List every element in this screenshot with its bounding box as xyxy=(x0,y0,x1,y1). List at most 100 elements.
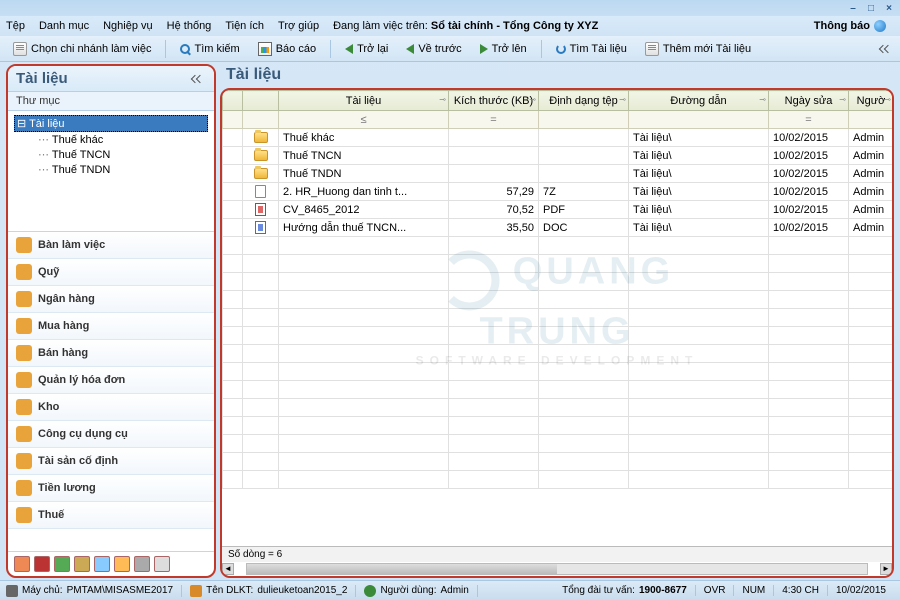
nav-item-10[interactable]: Thuế xyxy=(8,502,214,529)
cell-date: 10/02/2015 xyxy=(769,219,849,237)
status-num: NUM xyxy=(742,585,774,596)
status-user: Người dùng: Admin xyxy=(364,585,477,597)
column-header[interactable]: Định dạng tệp⊸ xyxy=(539,91,629,111)
filter-cell[interactable]: ≤ xyxy=(279,111,449,129)
cell-path: Tài liệu\ xyxy=(629,147,769,165)
cell-date: 10/02/2015 xyxy=(769,201,849,219)
tree-child-thue-tncn[interactable]: Thuế TNCN xyxy=(14,147,208,162)
column-header[interactable]: Ngườ⊸ xyxy=(849,91,893,111)
nav-item-1[interactable]: Quỹ xyxy=(8,259,214,286)
mini-icon[interactable] xyxy=(94,556,110,572)
cell-name: 2. HR_Huong dan tinh t... xyxy=(279,183,449,201)
filter-cell[interactable] xyxy=(629,111,769,129)
table-row[interactable]: 2. HR_Huong dan tinh t...57,297ZTài liệu… xyxy=(223,183,893,201)
nav-item-6[interactable]: Kho xyxy=(8,394,214,421)
tree-child-thue-tndn[interactable]: Thuế TNDN xyxy=(14,162,208,177)
table-row[interactable]: Thuế TNDNTài liệu\10/02/2015Admin xyxy=(223,165,893,183)
row-selector[interactable] xyxy=(223,219,243,237)
nav-item-4[interactable]: Bán hàng xyxy=(8,340,214,367)
folder-icon xyxy=(254,168,268,179)
column-header[interactable] xyxy=(223,91,243,111)
column-header[interactable]: Kích thước (KB)⊸ xyxy=(449,91,539,111)
nav-icon xyxy=(16,507,32,523)
mini-icon[interactable] xyxy=(114,556,130,572)
btn-bao-cao[interactable]: Báo cáo xyxy=(251,39,323,59)
column-header[interactable]: Tài liệu⊸ xyxy=(279,91,449,111)
menu-bar: Tệp Danh mục Nghiệp vụ Hệ thống Tiện ích… xyxy=(0,16,900,36)
btn-ve-truoc[interactable]: Về trước xyxy=(399,40,468,58)
nav-icon xyxy=(16,480,32,496)
menu-he-thong[interactable]: Hệ thống xyxy=(167,20,212,32)
row-selector[interactable] xyxy=(223,147,243,165)
nav-item-2[interactable]: Ngân hàng xyxy=(8,286,214,313)
window-maximize[interactable]: □ xyxy=(864,2,878,14)
nav-item-5[interactable]: Quản lý hóa đơn xyxy=(8,367,214,394)
nav-label: Tiền lương xyxy=(38,482,96,494)
mini-icon[interactable] xyxy=(134,556,150,572)
nav-item-0[interactable]: Bàn làm việc xyxy=(8,232,214,259)
btn-tro-lai[interactable]: Trở lại xyxy=(338,40,395,58)
filter-cell[interactable]: = xyxy=(449,111,539,129)
menu-danh-muc[interactable]: Danh mục xyxy=(39,20,89,32)
nav-label: Quỹ xyxy=(38,266,59,278)
window-close[interactable]: × xyxy=(882,2,896,14)
filter-cell[interactable] xyxy=(223,111,243,129)
filter-cell[interactable] xyxy=(849,111,893,129)
filter-cell[interactable] xyxy=(539,111,629,129)
btn-them-moi[interactable]: Thêm mới Tài liệu xyxy=(638,39,758,59)
row-selector[interactable] xyxy=(223,129,243,147)
table-row[interactable]: CV_8465_201270,52PDFTài liệu\10/02/2015A… xyxy=(223,201,893,219)
tree-root-tai-lieu[interactable]: ⊟ Tài liệu xyxy=(14,115,208,132)
thong-bao[interactable]: Thông báo xyxy=(814,20,886,32)
row-selector[interactable] xyxy=(223,165,243,183)
mini-icon[interactable] xyxy=(34,556,50,572)
sidebar-collapse-icon[interactable] xyxy=(192,73,206,85)
column-header[interactable] xyxy=(243,91,279,111)
status-time: 4:30 CH xyxy=(782,585,828,596)
row-icon xyxy=(243,165,279,183)
menu-nghiep-vu[interactable]: Nghiệp vụ xyxy=(103,20,153,32)
table-row-empty xyxy=(223,327,893,345)
btn-chon-chi-nhanh[interactable]: Chọn chi nhánh làm việc xyxy=(6,39,158,59)
table-row-empty xyxy=(223,309,893,327)
nav-item-3[interactable]: Mua hàng xyxy=(8,313,214,340)
mini-icon[interactable] xyxy=(14,556,30,572)
cell-ext: DOC xyxy=(539,219,629,237)
nav-item-9[interactable]: Tiền lương xyxy=(8,475,214,502)
nav-item-7[interactable]: Công cụ dụng cụ xyxy=(8,421,214,448)
nav-icon xyxy=(16,318,32,334)
filter-cell[interactable]: = xyxy=(769,111,849,129)
row-selector[interactable] xyxy=(223,201,243,219)
mini-icon[interactable] xyxy=(154,556,170,572)
menu-tro-giup[interactable]: Trợ giúp xyxy=(278,20,319,32)
filter-cell[interactable] xyxy=(243,111,279,129)
column-header[interactable]: Đường dẫn⊸ xyxy=(629,91,769,111)
menu-tien-ich[interactable]: Tiện ích xyxy=(225,20,264,32)
btn-tro-len[interactable]: Trở lên xyxy=(473,40,534,58)
nav-icon xyxy=(16,372,32,388)
table-row[interactable]: Thuế khácTài liệu\10/02/2015Admin xyxy=(223,129,893,147)
refresh-icon xyxy=(556,44,566,54)
horizontal-scrollbar[interactable]: ◄► xyxy=(222,562,892,576)
status-bar: Máy chủ: PMTAM\MISASME2017 Tên DLKT: dul… xyxy=(0,580,900,600)
nav-item-8[interactable]: Tài sản cố định xyxy=(8,448,214,475)
search-icon xyxy=(180,44,190,54)
database-icon xyxy=(190,585,202,597)
mini-toolbar xyxy=(8,551,214,576)
btn-tim-tai-lieu[interactable]: Tìm Tài liệu xyxy=(549,40,634,58)
tree-child-thue-khac[interactable]: Thuế khác xyxy=(14,132,208,147)
collapse-sidebar-icon[interactable] xyxy=(880,43,894,55)
table-row[interactable]: Thuế TNCNTài liệu\10/02/2015Admin xyxy=(223,147,893,165)
mini-icon[interactable] xyxy=(54,556,70,572)
cell-path: Tài liệu\ xyxy=(629,201,769,219)
menu-tep[interactable]: Tệp xyxy=(6,20,25,32)
file-icon xyxy=(255,185,266,198)
cell-name: CV_8465_2012 xyxy=(279,201,449,219)
working-on-label: Đang làm việc trên: Sổ tài chính - Tổng … xyxy=(333,20,598,32)
window-minimize[interactable]: – xyxy=(846,2,860,14)
mini-icon[interactable] xyxy=(74,556,90,572)
row-selector[interactable] xyxy=(223,183,243,201)
btn-tim-kiem[interactable]: Tìm kiếm xyxy=(173,40,246,58)
table-row[interactable]: Hướng dẫn thuế TNCN...35,50DOCTài liệu\1… xyxy=(223,219,893,237)
column-header[interactable]: Ngày sửa⊸ xyxy=(769,91,849,111)
